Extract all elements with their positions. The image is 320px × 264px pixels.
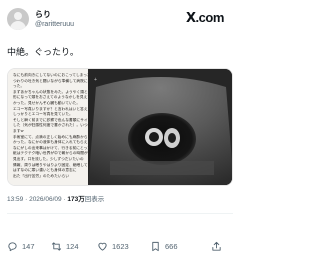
tweet-media[interactable]: なにも前向きにしてないのにおこってしまった。 つわりの吐き気と闘いながら準備して病…	[7, 68, 233, 186]
embryo-body-inner	[168, 133, 176, 143]
views-label: 回表示	[84, 196, 105, 203]
logo-suffix: .com	[195, 10, 225, 25]
bookmark-count: 666	[165, 241, 178, 251]
tweet-time[interactable]: 13:59	[7, 196, 23, 203]
x-logo: X.com	[186, 11, 224, 26]
share-icon	[212, 241, 221, 251]
scan-marker: +	[94, 77, 97, 83]
retweet-icon	[51, 241, 62, 251]
handwritten-note-image[interactable]: なにも前向きにしてないのにおこってしまった。 つわりの吐き気と闘いながら準備して病…	[8, 69, 110, 185]
retweet-count: 124	[66, 241, 79, 251]
bookmark-icon	[152, 241, 159, 251]
handwritten-line: かった。見せかんぞ心臓も動いていた。	[13, 100, 81, 105]
retweet-button[interactable]: 124	[51, 239, 79, 253]
tweet-text: 中絶。ぐったり。	[7, 47, 79, 57]
tweet-header: らり @raritteruuu X.com	[0, 0, 240, 38]
handwritten-line: なにも前向きにしてないのにおこってしまった。	[13, 73, 95, 77]
handwritten-line: はずなのに寒い濃いとも身体の意志に	[13, 168, 77, 173]
ultrasound-image[interactable]: +	[88, 69, 232, 185]
tweet-meta: 13:59 · 2026/06/09 · 173万回表示	[7, 196, 104, 204]
reply-count: 147	[22, 241, 35, 251]
display-name[interactable]: らり	[35, 10, 51, 19]
handwritten-line: 見出す。口を流した。少しずつだいたいの	[13, 156, 84, 161]
meta-separator: ·	[25, 196, 28, 203]
handwritten-line: かった。なにかの液体も身体に入れてもらえなかった。	[13, 140, 107, 145]
tweet-date[interactable]: 2026/06/09	[29, 196, 62, 203]
embryo-head-inner	[149, 132, 159, 142]
reply-icon	[8, 241, 17, 251]
handwritten-line: 出た「出行苦労」のためたいらい	[13, 173, 70, 178]
views-count: 173万	[67, 196, 85, 203]
handwritten-text: なにも前向きにしてないのにおこってしまった。 つわりの吐き気と闘いながら準備して病…	[13, 73, 110, 179]
like-button[interactable]: 1623	[97, 239, 129, 253]
bookmark-button[interactable]: 666	[150, 239, 178, 253]
avatar-head-shape	[14, 12, 22, 20]
avatar-body-shape	[10, 21, 26, 30]
divider	[7, 213, 233, 214]
avatar[interactable]	[7, 8, 29, 30]
ultrasound-graphic: +	[88, 69, 232, 185]
tissue-band	[110, 161, 214, 175]
like-count: 1623	[112, 241, 129, 251]
reply-button[interactable]: 147	[7, 239, 35, 253]
share-button[interactable]	[211, 239, 226, 253]
action-bar: 147 124 1623 666	[7, 239, 233, 253]
x-logo-icon: X	[186, 11, 196, 26]
heart-icon	[98, 242, 107, 251]
meta-separator-2: ·	[63, 196, 66, 203]
user-handle[interactable]: @raritteruuu	[35, 21, 74, 29]
